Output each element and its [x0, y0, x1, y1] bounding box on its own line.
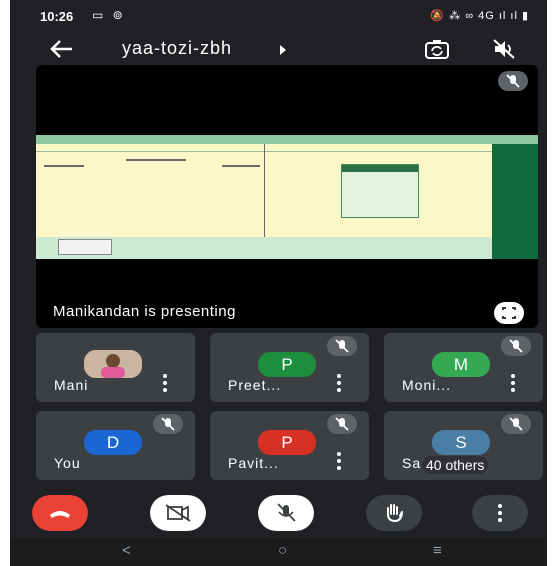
others-tile[interactable]: S Sa 40 others	[384, 411, 543, 480]
mic-off-icon	[327, 336, 357, 356]
others-count: 40 others	[422, 456, 489, 474]
presenter-label: Manikandan is presenting	[53, 303, 236, 320]
fullscreen-icon[interactable]	[494, 302, 524, 324]
nav-home-icon[interactable]: ○	[278, 542, 287, 559]
shared-screen-line	[44, 165, 84, 167]
shared-screen-titlebar	[36, 135, 538, 144]
shared-screen-line	[126, 159, 186, 161]
call-controls	[10, 490, 547, 538]
avatar: P	[258, 430, 316, 455]
participant-tile[interactable]: Mani	[36, 333, 195, 402]
back-arrow-icon[interactable]	[48, 36, 78, 62]
notification-icons: ▭ ⊚	[92, 8, 126, 22]
participant-name: Preet...	[228, 377, 282, 393]
meeting-details-arrow-icon[interactable]	[280, 45, 286, 55]
shared-screen-line	[222, 165, 260, 167]
shared-screen-logo	[58, 239, 112, 255]
more-options-icon[interactable]	[511, 374, 515, 392]
more-options-icon[interactable]	[337, 452, 341, 470]
avatar: S	[432, 430, 490, 455]
end-call-button[interactable]	[32, 495, 88, 531]
participant-tile[interactable]: M Moni...	[384, 333, 543, 402]
mic-off-icon	[501, 336, 531, 356]
mic-off-icon	[153, 414, 183, 434]
participant-name: Mani	[54, 377, 89, 393]
status-time: 10:26	[40, 9, 74, 24]
avatar: D	[84, 430, 142, 455]
mic-off-icon	[501, 414, 531, 434]
camera-flip-icon[interactable]	[423, 37, 451, 61]
system-nav-bar: < ○ ≡	[10, 538, 547, 566]
shared-screen-menu-box	[341, 164, 419, 218]
meeting-code[interactable]: yaa-tozi-zbh	[122, 38, 232, 59]
status-bar: 10:26 ▭ ⊚ 🔕 ⁂ ∞ 4G ıl ıl ▮	[10, 0, 547, 34]
nav-recents-icon[interactable]: ≡	[433, 542, 442, 559]
participant-tile[interactable]: P Preet...	[210, 333, 369, 402]
shared-screen-sidebar	[492, 144, 538, 259]
participant-name: You	[54, 455, 81, 471]
participant-tile[interactable]: P Pavit...	[210, 411, 369, 480]
mic-toggle-button[interactable]	[258, 495, 314, 531]
participant-tile[interactable]: D You	[36, 411, 195, 480]
speaker-off-icon[interactable]	[490, 37, 518, 61]
system-icons: 🔕 ⁂ ∞ 4G ıl ıl ▮	[430, 10, 529, 22]
mic-off-icon	[498, 71, 528, 91]
nav-back-icon[interactable]: <	[122, 542, 131, 559]
participant-name: Pavit...	[228, 455, 279, 471]
more-options-icon[interactable]	[337, 374, 341, 392]
camera-toggle-button[interactable]	[150, 495, 206, 531]
avatar-photo	[84, 350, 142, 378]
raise-hand-button[interactable]	[366, 495, 422, 531]
avatar: M	[432, 352, 490, 377]
participant-name: Sa	[402, 455, 422, 471]
shared-screen-divider	[264, 144, 265, 237]
shared-screen	[36, 135, 538, 259]
participant-name: Moni...	[402, 377, 452, 393]
mic-off-icon	[327, 414, 357, 434]
more-options-button[interactable]	[472, 495, 528, 531]
meeting-header: yaa-tozi-zbh	[10, 34, 547, 68]
more-options-icon[interactable]	[163, 374, 167, 392]
presentation-tile[interactable]: Manikandan is presenting	[36, 65, 538, 328]
avatar: P	[258, 352, 316, 377]
phone-screen: 10:26 ▭ ⊚ 🔕 ⁂ ∞ 4G ıl ıl ▮ yaa-tozi-zbh	[10, 0, 547, 566]
